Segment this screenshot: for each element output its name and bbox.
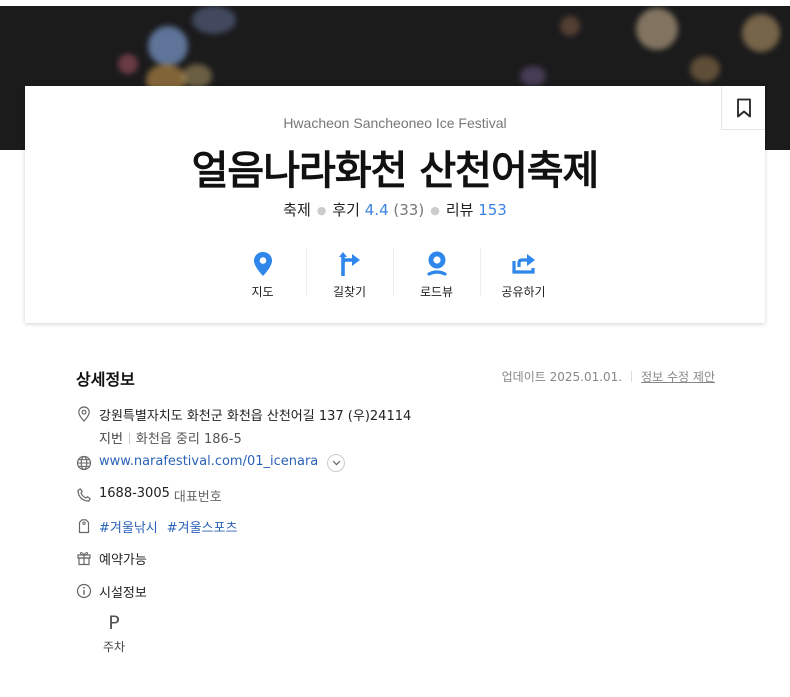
updated-date: 업데이트 2025.01.01. [501,370,623,384]
info-icon [76,583,92,599]
place-meta: 축제 ● 후기 4.4 (33) ● 리뷰 153 [25,199,765,220]
reservation-row: 예약가능 [76,549,147,568]
jibun-address: 지번 화천읍 중리 186-5 [99,428,242,447]
review-score: 4.4 [364,201,389,219]
blog-review-link[interactable]: 리뷰 153 [446,201,507,219]
phone-label: 대표번호 [173,490,222,505]
facility-parking: P 주차 [99,612,129,655]
address-text: 강원특별자치도 화천군 화천읍 산천어길 137 (우)24114 [99,409,412,424]
action-bar: 지도 길찾기 로드뷰 공유하기 [219,242,567,302]
jibun-text: 화천읍 중리 186-5 [135,432,242,447]
place-title: 얼음나라화천 산천어축제 [191,148,600,194]
globe-icon [76,455,92,471]
chevron-down-icon [332,460,341,466]
parking-label: 주차 [102,640,126,654]
location-pin-icon [78,406,90,422]
share-button[interactable]: 공유하기 [480,242,567,302]
tag-icon [78,519,90,534]
roadview-button[interactable]: 로드뷰 [393,242,480,302]
website-expand-button[interactable] [327,454,346,472]
category-label: 축제 [283,201,311,219]
tag-link[interactable]: #겨울스포츠 [167,517,238,536]
detail-section-title: 상세정보 [76,370,135,389]
roadview-icon [426,251,447,276]
directions-icon [338,252,360,276]
phone-icon [77,488,91,502]
meta-separator: ● [430,204,440,217]
suggest-edit-link[interactable]: 정보 수정 제안 [641,368,715,385]
map-button[interactable]: 지도 [219,242,306,302]
review-count: (33) [393,201,425,219]
tags-row: #겨울낚시 #겨울스포츠 [76,517,246,536]
jibun-label: 지번 [99,432,123,447]
place-summary-card: Hwacheon Sancheoneo Ice Festival 얼음나라화천 … [25,86,765,323]
website-link[interactable]: www.narafestival.com/01_icenara [99,454,318,469]
website-row: www.narafestival.com/01_icenara [76,454,346,472]
parking-icon: P [108,612,120,634]
facility-row: 시설정보 [76,582,147,601]
phone-row: 1688-3005 대표번호 [76,486,222,505]
share-icon [511,254,535,274]
update-info: 업데이트 2025.01.01. 정보 수정 제안 [502,368,715,385]
gift-icon [77,552,91,566]
english-place-name: Hwacheon Sancheoneo Ice Festival [283,115,507,131]
review-link[interactable]: 후기 4.4 (33) [332,201,424,219]
reservation-text: 예약가능 [99,553,147,568]
update-separator [631,371,633,382]
tag-link[interactable]: #겨울낚시 [99,517,158,536]
meta-separator: ● [316,204,327,217]
map-pin-icon [253,252,272,276]
address-row: 강원특별자치도 화천군 화천읍 산천어길 137 (우)24114 [76,405,411,424]
blog-review-count: 153 [478,201,507,219]
directions-button[interactable]: 길찾기 [306,242,393,302]
phone-number[interactable]: 1688-3005 [99,486,170,501]
facility-title: 시설정보 [99,586,147,601]
